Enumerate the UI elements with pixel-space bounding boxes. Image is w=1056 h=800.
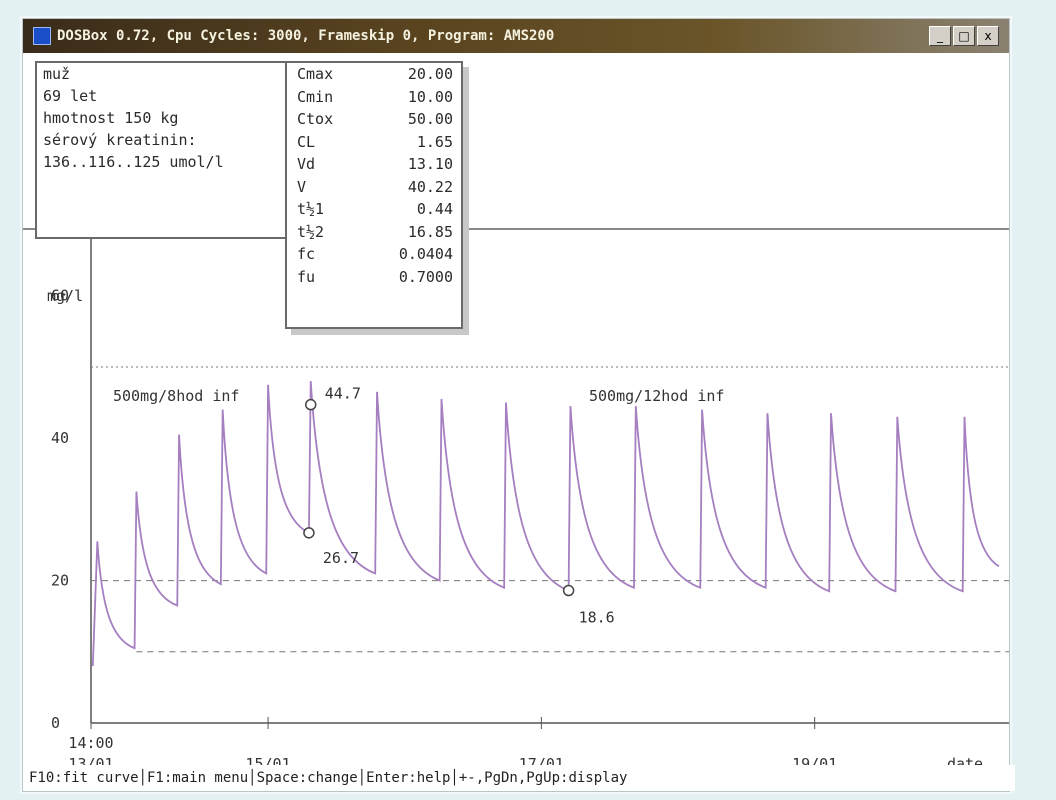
y-tick-label: 20 (51, 572, 69, 590)
param-label: fc (297, 245, 316, 263)
y-unit-label: mg/l (47, 287, 83, 305)
param-value: 1.65 (416, 132, 453, 151)
param-label: Vd (297, 155, 316, 173)
x-time-label: 14:00 (68, 734, 113, 752)
param-row: Cmin 10.00 (287, 86, 461, 109)
marker-point (303, 527, 315, 539)
param-label: Cmax (297, 65, 334, 83)
pk-parameters-panel: Cmax 20.00 Cmin 10.00 Ctox 50.00 CL 1.65 Vd 13.10… (285, 61, 463, 329)
param-row: V 40.22 (287, 176, 461, 199)
param-value: 40.22 (407, 177, 453, 196)
param-row: t½1 0.44 (287, 198, 461, 221)
param-label: fu (297, 267, 316, 286)
marker-label: 18.6 (579, 609, 615, 627)
patient-sex: muž (43, 65, 71, 83)
param-row: t½2 16.85 (287, 221, 461, 244)
status-bar: F10:fit curve│F1:main menu│Space:change│… (23, 765, 1015, 791)
param-label: CL (297, 132, 316, 151)
dosbox-window: DOSBox 0.72, Cpu Cycles: 3000, Frameskip… (22, 18, 1015, 792)
param-label: t½1 (297, 200, 325, 218)
param-value: 20.00 (407, 65, 453, 83)
param-row: Cmax 20.00 (287, 63, 461, 86)
x-axis-name: date (947, 755, 983, 765)
window-title: DOSBox 0.72, Cpu Cycles: 3000, Frameskip… (57, 28, 555, 44)
param-value: 0.7000 (398, 267, 453, 286)
marker-label: 26.7 (323, 549, 359, 567)
patient-info-panel: muž 69 let hmotnost 150 kg sérový kreati… (35, 61, 297, 239)
patient-age: 69 let (43, 87, 98, 105)
param-value: 16.85 (407, 222, 453, 241)
param-value: 13.10 (407, 155, 453, 173)
param-label: Cmin (297, 87, 334, 106)
window-controls: _ □ x (929, 26, 999, 46)
minimize-button[interactable]: _ (929, 26, 951, 46)
x-tick-label: 13/01 (68, 755, 113, 765)
creatinine-values: 136..116..125 umol/l (43, 153, 224, 171)
creatinine-label: sérový kreatinin: (43, 131, 197, 149)
param-row: fc 0.0404 (287, 243, 461, 266)
param-label: Ctox (297, 110, 334, 128)
param-row: CL 1.65 (287, 131, 461, 154)
marker-label: 44.7 (325, 385, 361, 403)
patient-weight: hmotnost 150 kg (43, 109, 179, 127)
param-value: 50.00 (407, 110, 453, 128)
param-row: fu 0.7000 (287, 266, 461, 289)
x-tick-label: 17/01 (519, 755, 564, 765)
maximize-button[interactable]: □ (953, 26, 975, 46)
x-tick-label: 15/01 (245, 755, 290, 765)
y-tick-label: 40 (51, 429, 69, 447)
param-label: V (297, 177, 307, 196)
marker-point (562, 584, 575, 597)
marker-point (304, 398, 317, 411)
param-value: 0.44 (416, 200, 453, 218)
concentration-curve (91, 381, 1000, 667)
title-bar[interactable]: DOSBox 0.72, Cpu Cycles: 3000, Frameskip… (23, 19, 1009, 53)
param-row: Ctox 50.00 (287, 108, 461, 131)
dos-screen: 0 20 40 60 mg/l 500mg/8hod inf 500mg/12hod inf… (23, 53, 1015, 791)
y-tick-label: 0 (51, 714, 60, 732)
close-button[interactable]: x (977, 26, 999, 46)
param-label: t½2 (297, 222, 325, 241)
dosing-label: 500mg/8hod inf (113, 387, 239, 405)
param-value: 0.0404 (398, 245, 453, 263)
dosing-label: 500mg/12hod inf (589, 387, 724, 405)
param-row: Vd 13.10 (287, 153, 461, 176)
param-value: 10.00 (407, 87, 453, 106)
dosbox-app-icon (33, 27, 51, 45)
x-tick-label: 19/01 (792, 755, 837, 765)
